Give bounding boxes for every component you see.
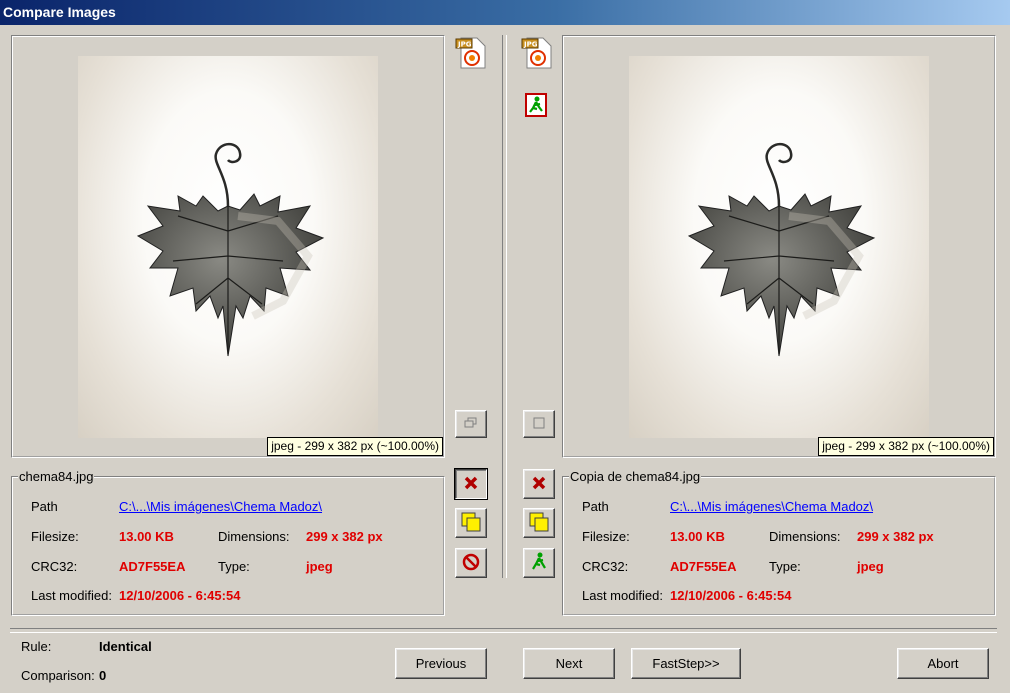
window-title: Compare Images	[0, 0, 1010, 25]
right-type-value: jpeg	[857, 559, 884, 574]
left-image-info: jpeg - 299 x 382 px (~100.00%)	[267, 437, 443, 456]
rule-label: Rule:	[21, 639, 52, 654]
modified-label: Last modified:	[31, 588, 112, 603]
left-image	[78, 56, 378, 438]
right-file-info-group: Copia de chema84.jpg Path C:\...\Mis imá…	[562, 469, 996, 616]
left-crc-value: AD7F55EA	[119, 559, 186, 574]
center-separator	[502, 35, 507, 578]
comparison-label: Comparison:	[21, 668, 95, 683]
delete-x-icon	[463, 475, 479, 494]
right-crc-value: AD7F55EA	[670, 559, 737, 574]
crc-label: CRC32:	[582, 559, 629, 574]
left-filesize-value: 13.00 KB	[119, 529, 174, 544]
modified-label: Last modified:	[582, 588, 663, 603]
jpg-file-icon[interactable]: JPG	[521, 36, 553, 70]
no-entry-icon	[462, 553, 480, 574]
restore-window-button[interactable]	[455, 410, 487, 438]
right-path-link[interactable]: C:\...\Mis imágenes\Chema Madoz\	[670, 499, 873, 514]
restore-window-icon	[464, 417, 478, 432]
left-modified-value: 12/10/2006 - 6:45:54	[119, 588, 241, 603]
delete-x-icon	[531, 475, 547, 494]
copy-left-button[interactable]	[455, 508, 487, 538]
rule-value: Identical	[99, 639, 152, 654]
maximize-window-icon	[533, 417, 545, 432]
left-type-value: jpeg	[306, 559, 333, 574]
path-label: Path	[582, 499, 609, 514]
previous-button[interactable]: Previous	[395, 648, 487, 679]
crc-label: CRC32:	[31, 559, 78, 574]
type-label: Type:	[218, 559, 250, 574]
path-label: Path	[31, 499, 58, 514]
footer-separator	[10, 628, 997, 633]
delete-left-button[interactable]	[454, 468, 488, 500]
copy-right-button[interactable]	[523, 508, 555, 538]
dimensions-label: Dimensions:	[769, 529, 841, 544]
faststep-button[interactable]: FastStep>>	[631, 648, 741, 679]
filesize-label: Filesize:	[31, 529, 79, 544]
maximize-window-button[interactable]	[523, 410, 555, 438]
left-file-info-group: chema84.jpg Path C:\...\Mis imágenes\Che…	[11, 469, 445, 616]
comparison-value: 0	[99, 668, 107, 683]
svg-text:JPG: JPG	[457, 41, 472, 49]
left-path-link[interactable]: C:\...\Mis imágenes\Chema Madoz\	[119, 499, 322, 514]
right-modified-value: 12/10/2006 - 6:45:54	[670, 588, 792, 603]
right-filesize-value: 13.00 KB	[670, 529, 725, 544]
right-image-panel: jpeg - 299 x 382 px (~100.00%)	[562, 35, 996, 458]
delete-right-button[interactable]	[523, 469, 555, 499]
type-label: Type:	[769, 559, 801, 574]
move-right-button[interactable]	[523, 548, 555, 578]
dimensions-label: Dimensions:	[218, 529, 290, 544]
left-dimensions-value: 299 x 382 px	[306, 529, 383, 544]
jpg-file-icon[interactable]: JPG	[455, 36, 487, 70]
green-runner-icon	[530, 552, 548, 575]
copy-notes-icon	[528, 511, 550, 536]
svg-text:JPG: JPG	[523, 41, 538, 49]
left-file-name: chema84.jpg	[18, 469, 95, 484]
forbid-left-button[interactable]	[455, 548, 487, 578]
abort-button[interactable]: Abort	[897, 648, 989, 679]
filesize-label: Filesize:	[582, 529, 630, 544]
right-image-info: jpeg - 299 x 382 px (~100.00%)	[818, 437, 994, 456]
right-file-name: Copia de chema84.jpg	[569, 469, 702, 484]
right-image	[629, 56, 929, 438]
right-dimensions-value: 299 x 382 px	[857, 529, 934, 544]
left-image-panel: jpeg - 299 x 382 px (~100.00%)	[11, 35, 445, 458]
exit-runner-icon[interactable]	[525, 93, 547, 117]
next-button[interactable]: Next	[523, 648, 615, 679]
copy-notes-icon	[460, 511, 482, 536]
